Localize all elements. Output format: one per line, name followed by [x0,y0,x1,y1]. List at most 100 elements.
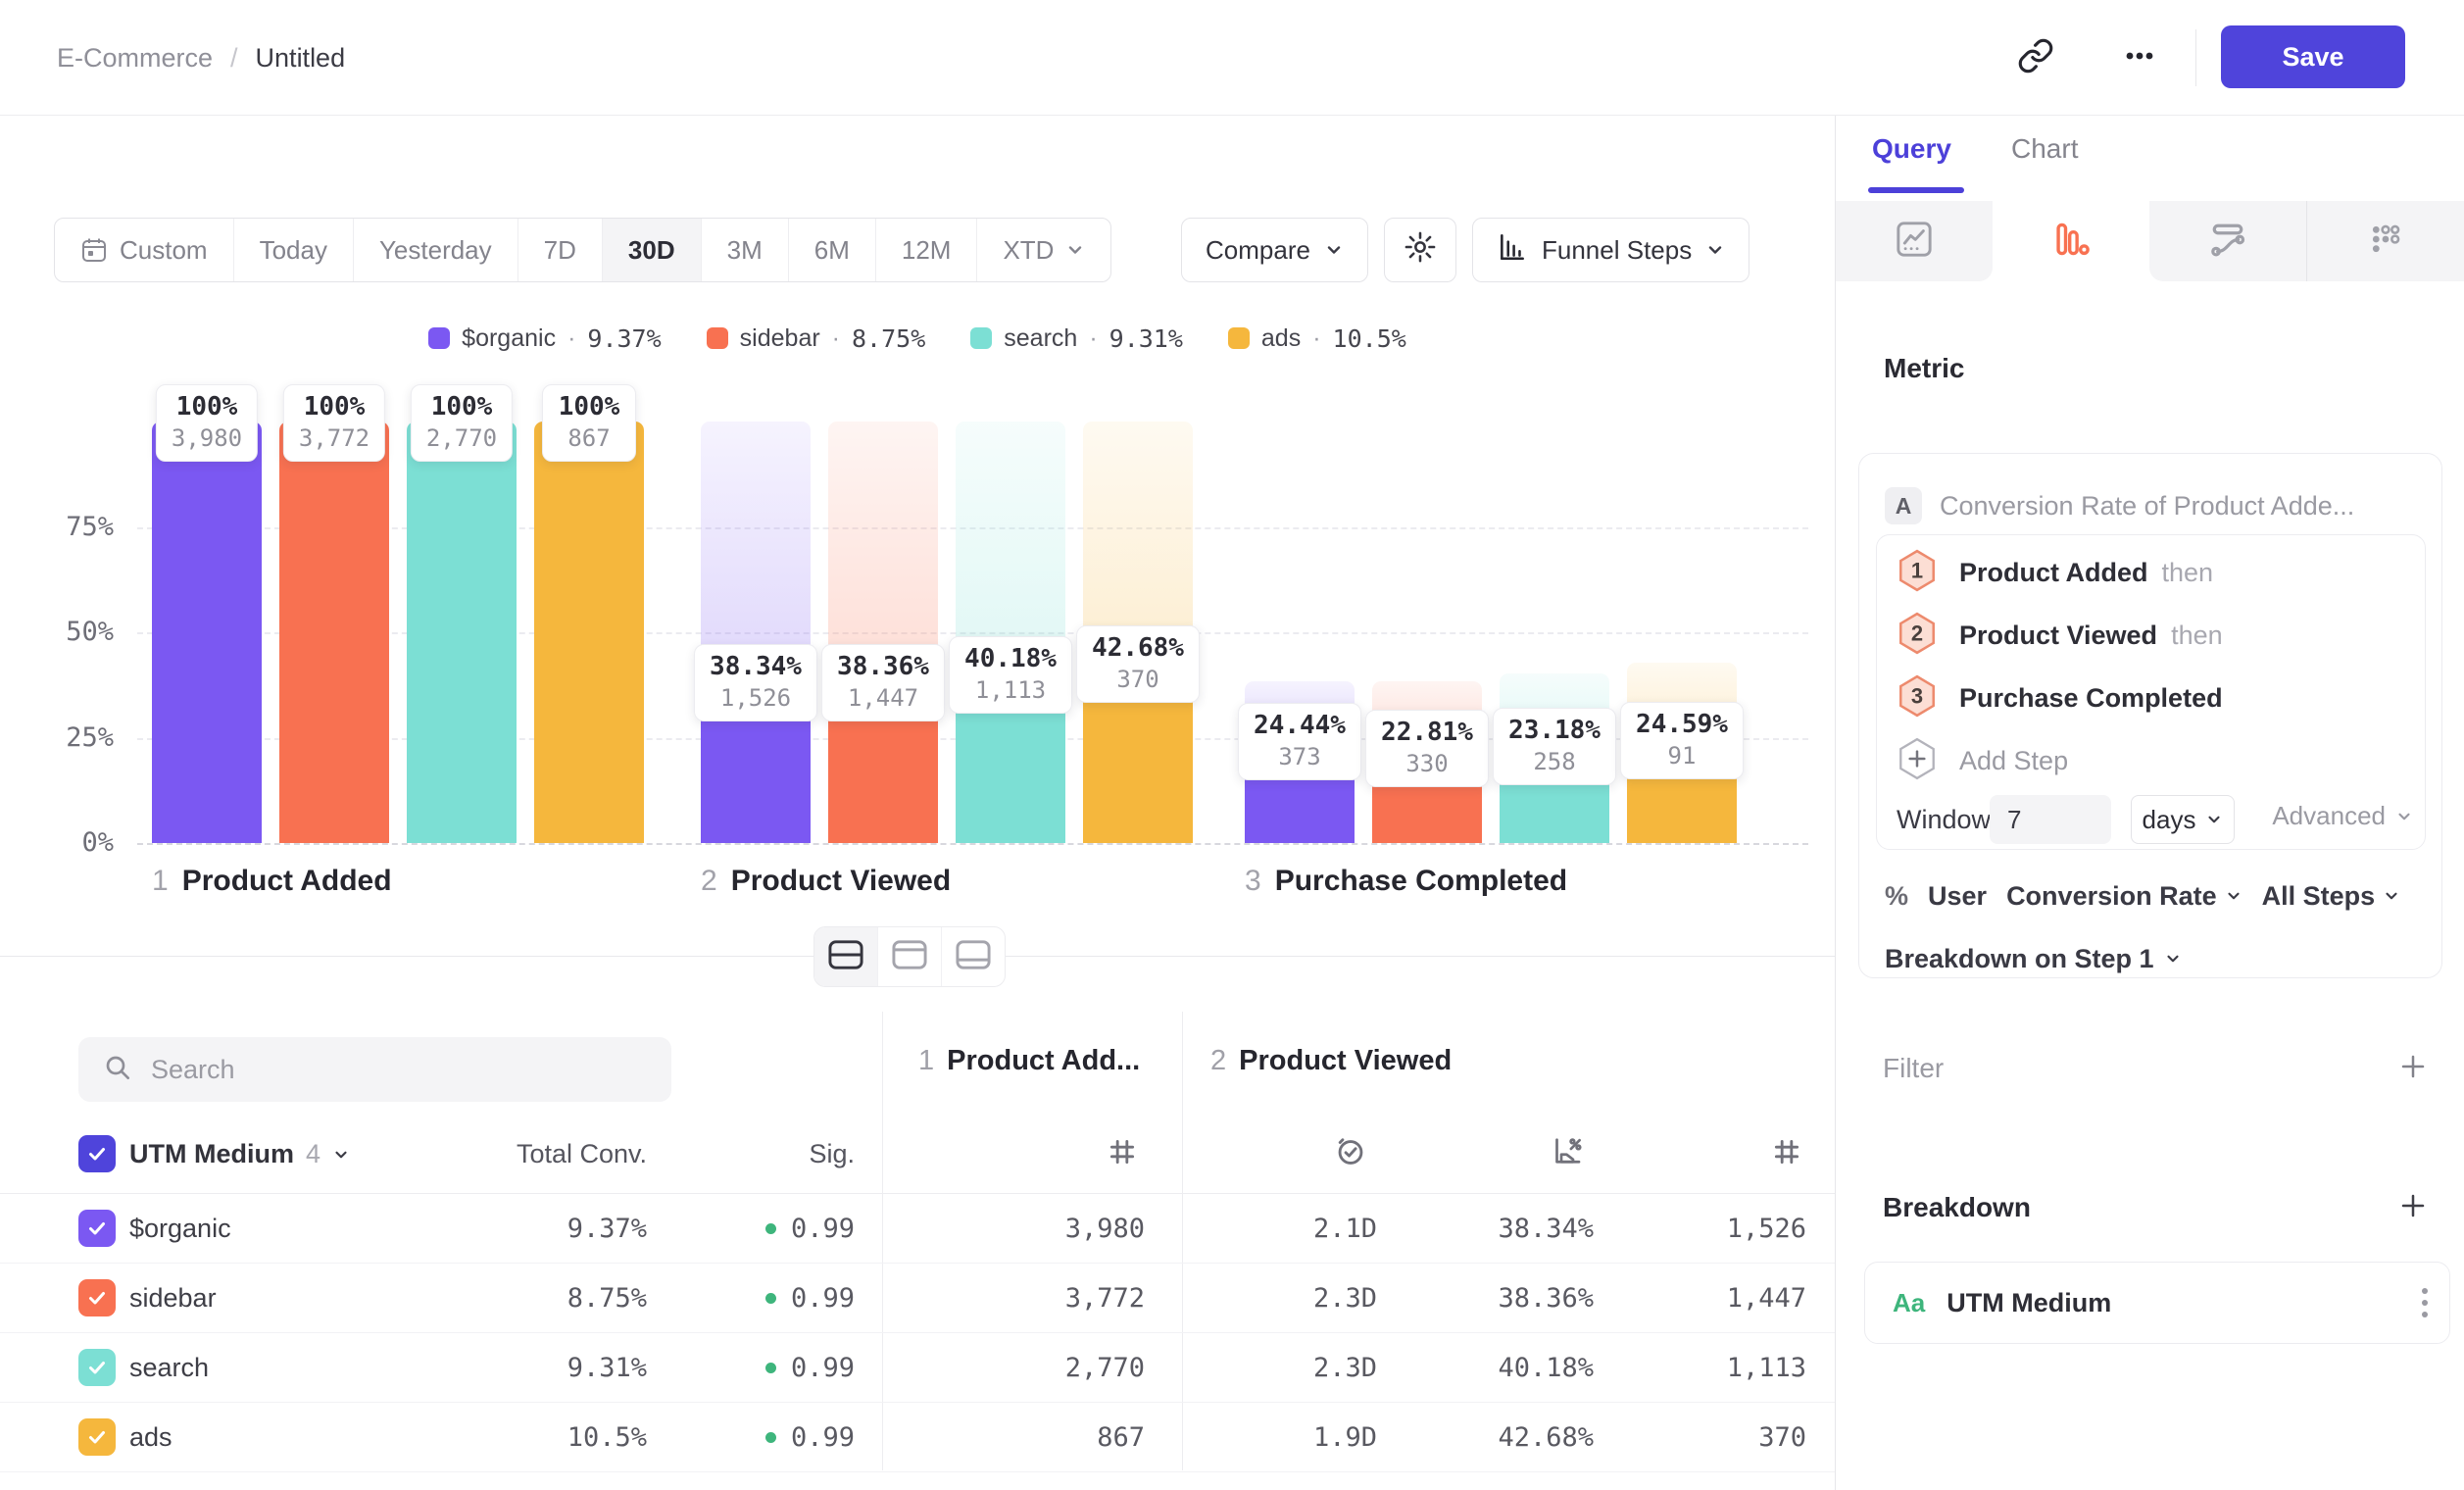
svg-text:1: 1 [1911,558,1923,582]
metric-card: A Conversion Rate of Product Adde... 1Pr… [1858,453,2442,978]
tab-funnels-selected[interactable] [1993,201,2149,281]
breakdown-on-step-dropdown[interactable]: Breakdown on Step 1 [1885,936,2182,981]
bar-search-step1[interactable] [407,422,517,843]
table-row-sidebar[interactable]: sidebar8.75%0.993,7722.3D38.36%1,447 [0,1264,1835,1333]
svg-text:2: 2 [1911,621,1923,645]
measure-metric-label: Conversion Rate [2006,881,2217,912]
row-checkbox[interactable] [78,1279,116,1316]
window-label: Window [1897,805,1991,835]
tab-insights[interactable] [1836,201,1993,281]
layout-table-only-button[interactable] [942,927,1005,986]
measure-metric-dropdown[interactable]: Conversion Rate [2006,881,2242,912]
add-breakdown-button[interactable] [2393,1186,2433,1225]
conversion-rate-icon[interactable] [1550,1133,1585,1175]
bar-value-label: 38.36%1,447 [821,644,945,721]
layout-chart-only-button[interactable] [878,927,942,986]
measure-scope-dropdown[interactable]: All Steps [2262,881,2401,912]
row-checkbox[interactable] [78,1349,116,1386]
step-number-badge: 1 [1897,548,1938,598]
add-step-button[interactable]: Add Step [1877,729,2427,792]
window-unit-select[interactable]: days [2131,795,2235,844]
add-step-label: Add Step [1959,746,2068,776]
sig-dot-icon [765,1293,776,1304]
bar-value-label: 38.34%1,526 [694,644,817,721]
chart-step-label-3: 3Purchase Completed [1245,865,1567,898]
top-panel-view-icon [891,938,928,976]
row-step-value: 42.68% [1398,1403,1594,1472]
tab-chart[interactable]: Chart [2011,133,2078,176]
table-row-ads[interactable]: ads10.5%0.998671.9D42.68%370 [0,1403,1835,1472]
row-significance: 0.99 [659,1333,855,1403]
bar-value-label: 24.59%91 [1620,702,1744,779]
kebab-menu-icon[interactable] [2422,1288,2428,1317]
window-value-input[interactable] [1990,795,2111,844]
split-view-icon [827,938,864,976]
copy-link-button[interactable] [2011,33,2060,82]
sig-dot-icon [765,1223,776,1234]
query-step-3[interactable]: 3Purchase Completed [1877,667,2427,729]
group-count: 4 [306,1139,320,1169]
breakdown-heading: Breakdown [1883,1192,2031,1223]
bar-sidebar-step1[interactable] [279,422,389,843]
hexagon-plus-icon [1897,736,1938,786]
y-axis-tick: 75% [27,512,114,542]
chevron-down-icon [2395,808,2413,825]
save-button[interactable]: Save [2221,25,2405,88]
row-step-value: 2.3D [1181,1333,1377,1403]
step2-label: Product Viewed [1239,1045,1452,1077]
step-number-badge: 3 [1897,673,1938,723]
tab-flows[interactable] [2149,201,2306,281]
row-total-conv: 9.31% [451,1333,647,1403]
bar-value-label: 22.81%330 [1365,710,1489,787]
table-row-search[interactable]: search9.31%0.992,7702.3D40.18%1,113 [0,1333,1835,1403]
funnel-chart-icon [2050,219,2092,265]
chart-step-label-1: 1Product Added [152,865,392,898]
tab-query[interactable]: Query [1872,133,1951,176]
query-step-2[interactable]: 2Product Viewedthen [1877,604,2427,667]
group-label: UTM Medium [129,1139,294,1169]
step1-label: Product Add... [947,1045,1140,1077]
row-significance: 0.99 [659,1194,855,1264]
avg-time-icon[interactable] [1333,1133,1368,1175]
count-metric-icon[interactable] [1770,1135,1803,1175]
group-column-header[interactable]: UTM Medium 4 [129,1139,350,1169]
search-input[interactable] [151,1055,648,1085]
ellipsis-icon [2120,36,2159,80]
row-checkbox[interactable] [78,1210,116,1247]
flow-chart-icon [2207,219,2248,265]
row-step-value: 40.18% [1398,1333,1594,1403]
bar-ads-step1[interactable] [534,422,644,843]
bar-value-label: 42.68%370 [1076,625,1200,703]
metric-title: Conversion Rate of Product Adde... [1940,491,2354,522]
sig-dot-icon [765,1432,776,1443]
chevron-down-icon [2225,887,2242,905]
row-step-value: 3,772 [949,1264,1145,1333]
row-checkbox[interactable] [78,1418,116,1456]
breakdown-property-card[interactable]: Aa UTM Medium [1864,1262,2450,1344]
metric-summary-row[interactable]: A Conversion Rate of Product Adde... [1885,487,2354,524]
bar-organic-step1[interactable] [152,422,262,843]
layout-split-button[interactable] [814,927,878,986]
select-all-checkbox[interactable] [78,1135,116,1172]
query-step-1[interactable]: 1Product Addedthen [1877,541,2427,604]
advanced-dropdown[interactable]: Advanced [2272,801,2413,831]
total-conv-header[interactable]: Total Conv. [451,1139,647,1169]
measure-user[interactable]: User [1928,881,1987,912]
table-step2-header: 2 Product Viewed [1210,1045,1452,1077]
bar-ghost-organic-step2 [701,422,811,681]
line-chart-icon [1894,219,1935,265]
y-axis-tick: 50% [27,617,114,647]
sig-header[interactable]: Sig. [659,1139,855,1169]
count-metric-icon[interactable] [1106,1135,1139,1175]
row-total-conv: 9.37% [451,1194,647,1264]
row-step-value: 1,447 [1610,1264,1806,1333]
metric-letter-badge: A [1885,487,1922,524]
more-options-button[interactable] [2115,33,2164,82]
row-step-value: 2.1D [1181,1194,1377,1264]
tab-retention[interactable] [2306,201,2464,281]
row-step-value: 867 [949,1403,1145,1472]
add-filter-button[interactable] [2393,1047,2433,1086]
table-row-organic[interactable]: $organic9.37%0.993,9802.1D38.34%1,526 [0,1194,1835,1264]
breakdown-on-label: Breakdown on Step 1 [1885,944,2154,974]
bar-value-label: 100%2,770 [411,384,513,462]
